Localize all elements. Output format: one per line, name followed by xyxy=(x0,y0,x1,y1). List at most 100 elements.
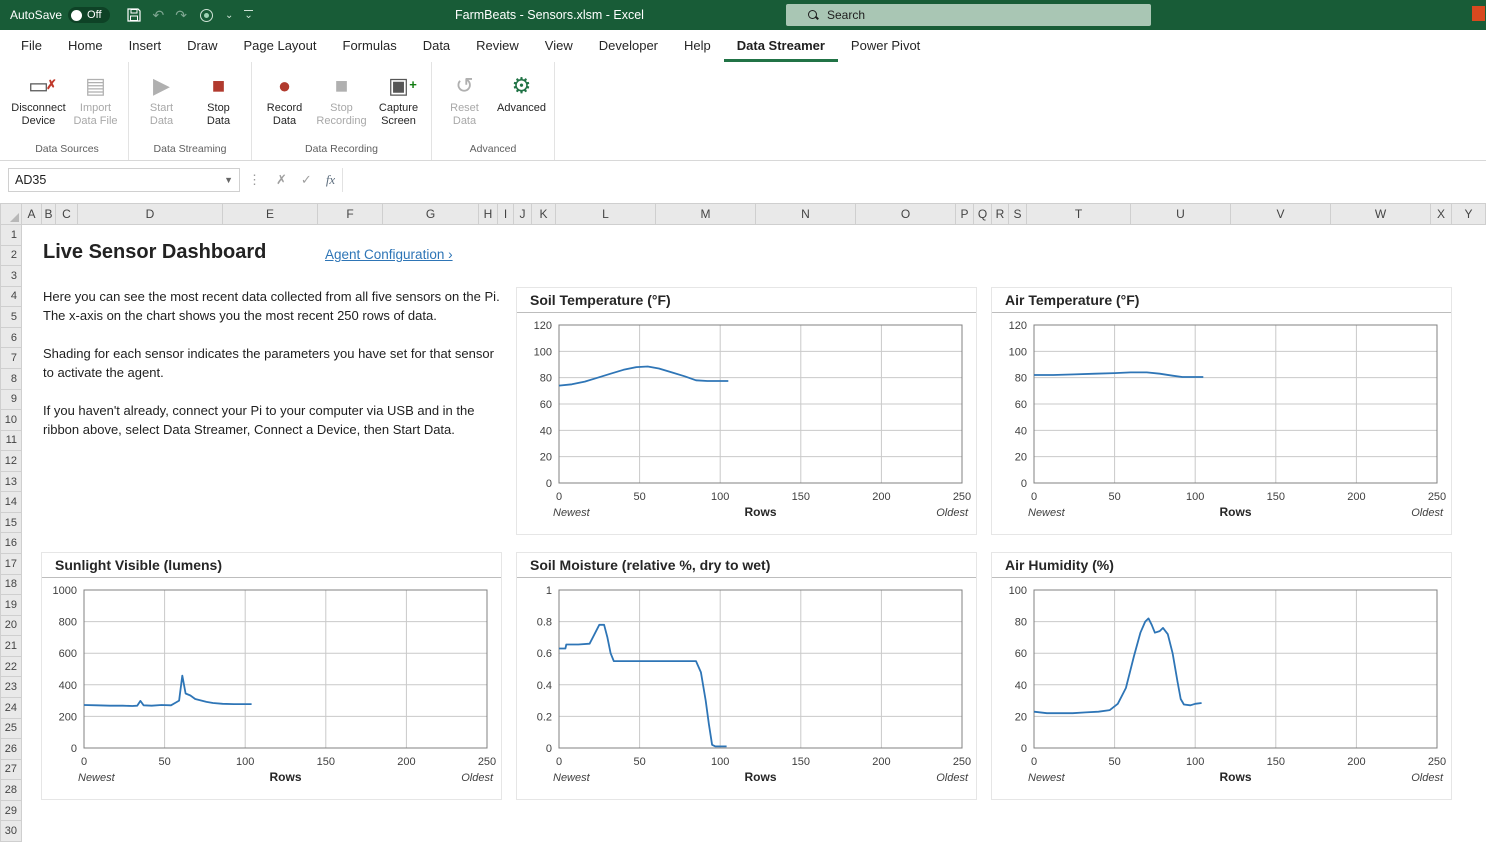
row-header-19[interactable]: 19 xyxy=(0,595,22,616)
pen-mode-icon[interactable] xyxy=(198,7,214,23)
advanced-button[interactable]: ⚙Advanced xyxy=(493,66,550,140)
row-header-29[interactable]: 29 xyxy=(0,801,22,822)
tab-help[interactable]: Help xyxy=(671,30,724,62)
column-header-q[interactable]: Q xyxy=(974,203,992,225)
tab-insert[interactable]: Insert xyxy=(116,30,175,62)
column-header-t[interactable]: T xyxy=(1027,203,1131,225)
column-header-g[interactable]: G xyxy=(383,203,479,225)
tab-power-pivot[interactable]: Power Pivot xyxy=(838,30,933,62)
column-header-c[interactable]: C xyxy=(56,203,78,225)
row-header-22[interactable]: 22 xyxy=(0,657,22,678)
row-header-23[interactable]: 23 xyxy=(0,677,22,698)
row-header-7[interactable]: 7 xyxy=(0,348,22,369)
column-header-u[interactable]: U xyxy=(1131,203,1231,225)
tab-data[interactable]: Data xyxy=(410,30,463,62)
row-header-13[interactable]: 13 xyxy=(0,472,22,493)
row-header-15[interactable]: 15 xyxy=(0,513,22,534)
formula-input[interactable] xyxy=(342,168,1486,192)
column-header-n[interactable]: N xyxy=(756,203,856,225)
name-box-dropdown-icon[interactable]: ▼ xyxy=(224,175,233,185)
tab-data-streamer[interactable]: Data Streamer xyxy=(724,30,838,62)
row-header-8[interactable]: 8 xyxy=(0,369,22,390)
row-header-27[interactable]: 27 xyxy=(0,760,22,781)
column-header-e[interactable]: E xyxy=(223,203,318,225)
row-header-30[interactable]: 30 xyxy=(0,821,22,842)
row-header-17[interactable]: 17 xyxy=(0,554,22,575)
tab-page-layout[interactable]: Page Layout xyxy=(231,30,330,62)
column-header-j[interactable]: J xyxy=(514,203,532,225)
disconnect-device-button[interactable]: ▭✗DisconnectDevice xyxy=(10,66,67,140)
name-box[interactable]: AD35 ▼ xyxy=(8,168,240,192)
column-header-b[interactable]: B xyxy=(42,203,56,225)
tab-developer[interactable]: Developer xyxy=(586,30,671,62)
x-tick-label: 250 xyxy=(953,756,971,768)
row-header-25[interactable]: 25 xyxy=(0,719,22,740)
select-all-corner[interactable] xyxy=(0,203,22,225)
row-header-16[interactable]: 16 xyxy=(0,533,22,554)
record-data-button[interactable]: ●RecordData xyxy=(256,66,313,140)
x-tick-label: 50 xyxy=(1108,491,1120,503)
column-header-p[interactable]: P xyxy=(956,203,974,225)
chart-sunlight-visible[interactable]: Sunlight Visible (lumens)020040060080010… xyxy=(41,552,502,800)
column-header-m[interactable]: M xyxy=(656,203,756,225)
row-header-28[interactable]: 28 xyxy=(0,780,22,801)
row-header-4[interactable]: 4 xyxy=(0,287,22,308)
chevron-down-icon[interactable]: ⌄ xyxy=(225,10,233,21)
advanced-icon: ⚙ xyxy=(512,70,532,102)
reset-data-button: ↺ResetData xyxy=(436,66,493,140)
row-header-5[interactable]: 5 xyxy=(0,307,22,328)
chart-title-air-humidity: Air Humidity (%) xyxy=(992,553,1451,578)
row-header-11[interactable]: 11 xyxy=(0,431,22,452)
row-header-21[interactable]: 21 xyxy=(0,636,22,657)
row-header-14[interactable]: 14 xyxy=(0,492,22,513)
column-header-s[interactable]: S xyxy=(1009,203,1027,225)
grid-canvas[interactable]: Live Sensor Dashboard Agent Configuratio… xyxy=(22,225,1486,842)
row-header-12[interactable]: 12 xyxy=(0,451,22,472)
reset-data-icon: ↺ xyxy=(455,70,473,102)
row-header-24[interactable]: 24 xyxy=(0,698,22,719)
search-box[interactable]: Search xyxy=(786,4,1151,26)
column-header-f[interactable]: F xyxy=(318,203,383,225)
column-header-w[interactable]: W xyxy=(1331,203,1431,225)
autosave-toggle[interactable]: Off xyxy=(68,7,109,23)
save-icon[interactable] xyxy=(126,7,142,23)
stop-data-button[interactable]: ■StopData xyxy=(190,66,247,140)
chart-air-humidity[interactable]: Air Humidity (%)020406080100050100150200… xyxy=(991,552,1452,800)
row-header-26[interactable]: 26 xyxy=(0,739,22,760)
column-header-k[interactable]: K xyxy=(532,203,556,225)
tab-formulas[interactable]: Formulas xyxy=(330,30,410,62)
tab-home[interactable]: Home xyxy=(55,30,116,62)
tab-view[interactable]: View xyxy=(532,30,586,62)
column-header-i[interactable]: I xyxy=(498,203,514,225)
chart-soil-temperature[interactable]: Soil Temperature (°F)0204060801001200501… xyxy=(516,287,977,535)
x-tick-label: 200 xyxy=(872,756,890,768)
autosave-knob-icon xyxy=(71,10,82,21)
column-header-l[interactable]: L xyxy=(556,203,656,225)
chart-air-temperature[interactable]: Air Temperature (°F)02040608010012005010… xyxy=(991,287,1452,535)
agent-configuration-link[interactable]: Agent Configuration › xyxy=(325,247,453,262)
column-header-d[interactable]: D xyxy=(78,203,223,225)
formula-bar-handle-icon[interactable]: ⋮ xyxy=(240,172,269,188)
row-header-18[interactable]: 18 xyxy=(0,575,22,596)
column-header-y[interactable]: Y xyxy=(1452,203,1486,225)
column-header-x[interactable]: X xyxy=(1431,203,1452,225)
tab-file[interactable]: File xyxy=(8,30,55,62)
tab-draw[interactable]: Draw xyxy=(174,30,230,62)
column-header-o[interactable]: O xyxy=(856,203,956,225)
tab-review[interactable]: Review xyxy=(463,30,532,62)
column-header-v[interactable]: V xyxy=(1231,203,1331,225)
insert-function-icon[interactable]: fx xyxy=(319,172,342,188)
column-header-r[interactable]: R xyxy=(992,203,1009,225)
customize-quick-access-toolbar-icon[interactable]: ⌄ xyxy=(244,10,252,20)
row-header-6[interactable]: 6 xyxy=(0,328,22,349)
row-header-20[interactable]: 20 xyxy=(0,616,22,637)
row-header-3[interactable]: 3 xyxy=(0,266,22,287)
capture-screen-button[interactable]: ▣+CaptureScreen xyxy=(370,66,427,140)
chart-soil-moisture[interactable]: Soil Moisture (relative %, dry to wet)00… xyxy=(516,552,977,800)
row-header-2[interactable]: 2 xyxy=(0,246,22,267)
row-header-9[interactable]: 9 xyxy=(0,390,22,411)
column-header-a[interactable]: A xyxy=(22,203,42,225)
row-header-10[interactable]: 10 xyxy=(0,410,22,431)
row-header-1[interactable]: 1 xyxy=(0,225,22,246)
column-header-h[interactable]: H xyxy=(479,203,498,225)
